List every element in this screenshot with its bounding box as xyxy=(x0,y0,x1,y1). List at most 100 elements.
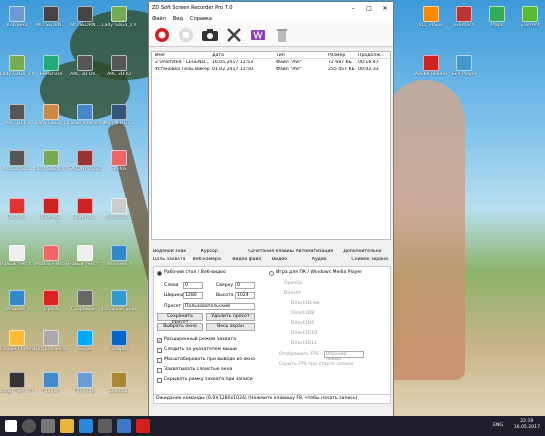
tab-advanced[interactable]: Дополнительно xyxy=(343,249,391,254)
snapshot-button[interactable] xyxy=(200,25,220,45)
task-view-icon[interactable] xyxy=(41,419,55,433)
select-window-button[interactable]: Выбрать окно xyxy=(157,323,203,331)
desktop-icon[interactable]: VLC Player xyxy=(414,6,448,28)
tab-video-file[interactable]: Видео файл xyxy=(232,257,272,262)
desktop-icon[interactable]: Jivemach xyxy=(447,6,481,28)
height-input[interactable]: 1024 xyxy=(235,292,255,299)
checkbox-scale[interactable] xyxy=(157,358,162,363)
desktop-icon[interactable]: Lady GaGa_1 MO... xyxy=(34,150,68,172)
mail-icon[interactable] xyxy=(117,419,131,433)
desktop-icon[interactable]: Lady GaGa_1 MO... xyxy=(0,55,34,77)
desktop-icon[interactable]: Mail M-HG7... xyxy=(102,104,136,126)
tab-webcam[interactable]: Веб-камера xyxy=(193,257,233,262)
desktop-icon[interactable]: Word.Com... xyxy=(102,198,136,220)
screen-recorder-icon[interactable] xyxy=(136,419,150,433)
clock[interactable]: 22:19 16.05.2017 xyxy=(514,419,540,431)
desktop-icon[interactable]: Mozilla Firefox xyxy=(34,245,68,267)
desktop-icon[interactable]: Lasso Interactivy xyxy=(68,104,102,126)
header-date[interactable]: Дата xyxy=(212,53,276,58)
list-item[interactable]: Установка Телы Викер 01.02.2017 11:50 Фа… xyxy=(152,66,390,73)
desktop-icon[interactable]: MO SEDRN... xyxy=(68,6,102,28)
desktop-icon[interactable]: Корзина xyxy=(0,6,34,28)
tab-automation[interactable]: Автоматизация xyxy=(296,249,344,254)
store-icon[interactable] xyxy=(98,419,112,433)
menu-file[interactable]: Файл xyxy=(152,16,166,22)
maximize-button[interactable]: □ xyxy=(361,2,377,14)
preset-select[interactable]: Пользовательский xyxy=(183,303,255,310)
radio-desktop[interactable] xyxy=(157,271,162,276)
tab-audio[interactable]: Аудио xyxy=(312,257,352,262)
app-icon xyxy=(77,55,93,71)
edge-icon[interactable] xyxy=(79,419,93,433)
tab-screenshot[interactable]: Снимок экрана xyxy=(351,257,391,262)
folder-icon[interactable] xyxy=(60,419,74,433)
tab-cursor[interactable]: Курсор xyxy=(201,249,249,254)
header-name[interactable]: Имя xyxy=(152,53,212,58)
app-icon xyxy=(111,150,127,166)
close-button[interactable]: ✕ xyxy=(377,2,393,14)
header-duration[interactable]: Продолж... xyxy=(358,53,390,58)
desktop-icon[interactable]: Adobe Reader xyxy=(414,55,448,77)
language-indicator[interactable]: ENG xyxy=(493,423,503,428)
tab-capture-target[interactable]: Цель захвата xyxy=(153,256,193,262)
desktop-icon[interactable]: Lady GaGa_1 xyxy=(34,104,68,126)
desktop-icon[interactable]: MO SEDRN... xyxy=(34,6,68,28)
save-preset-button[interactable]: Сохранить пресет xyxy=(157,313,203,325)
tab-watermark[interactable]: Водяной знак xyxy=(153,249,201,254)
menu-help[interactable]: Справка xyxy=(190,16,212,22)
recordings-list: Имя Дата Тип Размер Продолж... 2 Unlimit… xyxy=(151,51,391,240)
delete-preset-button[interactable]: Удалить пресет xyxy=(206,313,255,321)
desktop-icon[interactable]: uTorrent xyxy=(513,6,545,28)
desktop-icon[interactable]: Opera xyxy=(34,290,68,312)
left-input[interactable]: 0 xyxy=(183,282,203,289)
title-bar[interactable]: ZD Soft Screen Recorder Pro 7.0 – □ ✕ xyxy=(149,2,393,14)
desktop-icon[interactable]: Новый текст... xyxy=(68,245,102,267)
desktop-icon[interactable]: Скорпион... xyxy=(68,290,102,312)
desktop-icon[interactable]: SARDNI VIDEO xyxy=(68,150,102,172)
minimize-button[interactable]: – xyxy=(345,2,361,14)
desktop-icon[interactable]: Maps xyxy=(480,6,514,28)
stop-button[interactable] xyxy=(176,25,196,45)
desktop-icon[interactable]: ARC 3D SD... xyxy=(0,150,34,172)
menu-view[interactable]: Вид xyxy=(173,16,183,22)
desktop-icon[interactable]: Firefox xyxy=(102,150,136,172)
tab-hotkeys[interactable]: Сочетания клавиш xyxy=(248,249,296,254)
checkbox-follow-mouse[interactable] xyxy=(157,348,162,353)
checkbox-hide-frame[interactable] xyxy=(157,378,162,383)
desktop-icon[interactable]: ARC 3D IO xyxy=(0,104,34,126)
radio-game[interactable] xyxy=(269,271,274,276)
desktop-icon[interactable]: Windows 7 xyxy=(102,245,136,267)
desktop-icon[interactable]: Gadgets xyxy=(102,330,136,352)
app-icon xyxy=(522,6,538,22)
top-input[interactable]: 0 xyxy=(235,282,255,289)
desktop-icon[interactable]: DrweryLi... xyxy=(68,198,102,220)
desktop-icon[interactable]: Skype xyxy=(68,330,102,352)
desktop-icon[interactable]: ARC 3D IO xyxy=(102,55,136,77)
full-screen-button[interactable]: Весь экран xyxy=(206,323,255,331)
desktop-icon[interactable]: DrweryLi... xyxy=(34,198,68,220)
list-item[interactable]: 2 Unlimited - LEGEND... 16.05.2017 11:53… xyxy=(152,59,390,66)
record-button[interactable] xyxy=(152,25,172,45)
desktop-icon[interactable]: ARC 3D DR... xyxy=(68,55,102,77)
desktop-icon[interactable]: Windows 7 xyxy=(0,290,34,312)
desktop-icon[interactable]: Lady GaGa_1 MO... xyxy=(102,6,136,28)
tab-video[interactable]: Видео xyxy=(272,257,312,262)
header-type[interactable]: Тип xyxy=(276,53,328,58)
checkbox-advanced-mode[interactable]: ✓ xyxy=(157,338,162,343)
desktop-icon[interactable]: SEV Player xyxy=(447,55,481,77)
start-button[interactable] xyxy=(5,420,17,432)
display-fps-select[interactable]: Верхний левый xyxy=(324,351,364,362)
delete-button[interactable] xyxy=(272,25,292,45)
desktop-icon[interactable]: Lobacuon Bookstore xyxy=(102,290,136,312)
settings-button[interactable] xyxy=(224,25,244,45)
desktop-icon[interactable]: Новый текст... xyxy=(0,245,34,267)
desktop-icon[interactable]: FeelShare xyxy=(34,55,68,77)
search-icon[interactable] xyxy=(22,419,36,433)
checkbox-layered[interactable] xyxy=(157,368,162,373)
header-size[interactable]: Размер xyxy=(328,53,358,58)
desktop-icon[interactable]: Google Chrome xyxy=(0,330,34,352)
desktop-icon[interactable]: Cent-W... xyxy=(0,198,34,220)
video-button[interactable] xyxy=(248,25,268,45)
desktop-icon[interactable]: Шпаргалка Windows 7 xyxy=(34,330,68,352)
width-input[interactable]: 1280 xyxy=(183,292,203,299)
